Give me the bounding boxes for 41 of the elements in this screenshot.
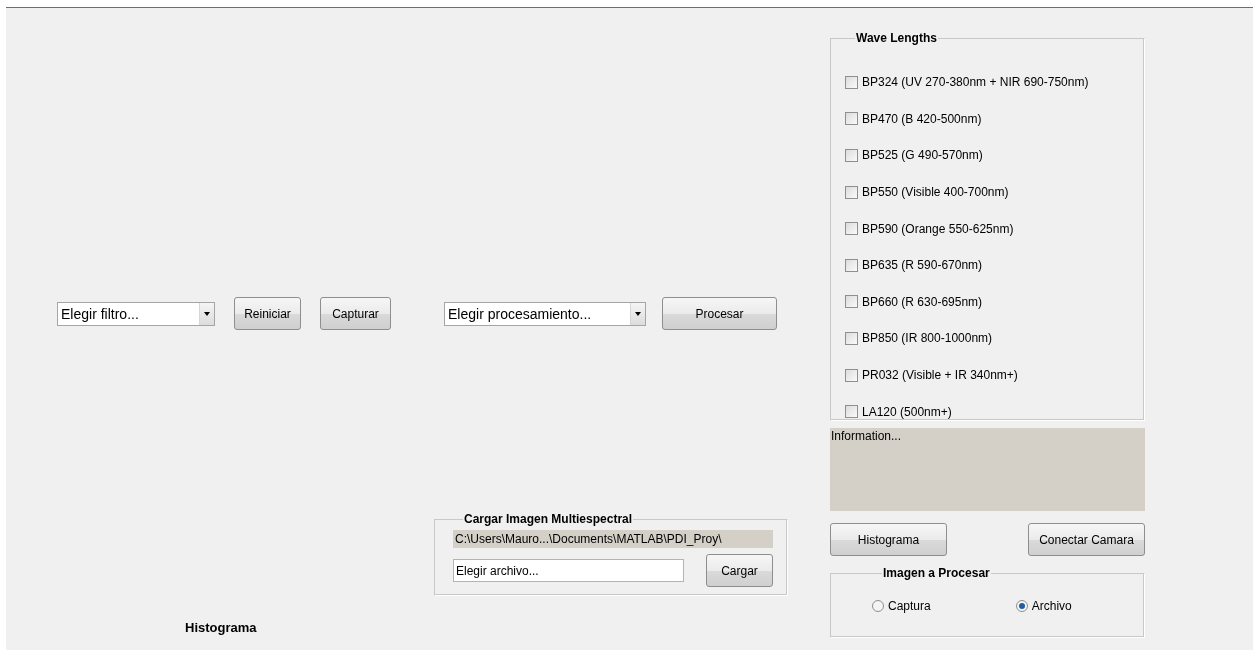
- dropdown-caret-icon: [635, 311, 641, 316]
- connect-camera-button[interactable]: Conectar Camara: [1028, 523, 1145, 556]
- radio-button[interactable]: [872, 600, 884, 612]
- checkbox-label: BP550 (Visible 400-700nm): [862, 185, 1009, 200]
- information-text: Information...: [830, 428, 1145, 511]
- histogram-button[interactable]: Histograma: [830, 523, 947, 556]
- checkbox-label: BP635 (R 590-670nm): [862, 258, 983, 273]
- checkbox[interactable]: [845, 368, 858, 382]
- checkbox-label: LA120 (500nm+): [862, 404, 952, 419]
- process-button[interactable]: Procesar: [662, 297, 777, 330]
- panel-title: Cargar Imagen Multiespectral: [463, 512, 634, 526]
- load-button[interactable]: Cargar: [706, 554, 773, 587]
- checkbox[interactable]: [845, 222, 858, 236]
- checkbox-label: BP470 (B 420-500nm): [862, 111, 982, 126]
- panel-title: Wave Lengths: [855, 31, 938, 45]
- checkbox[interactable]: [845, 258, 858, 272]
- reset-button[interactable]: Reiniciar: [234, 297, 301, 330]
- checkbox[interactable]: [845, 185, 858, 199]
- capture-button[interactable]: Capturar: [320, 297, 391, 330]
- checkbox[interactable]: [845, 295, 858, 309]
- filter-dropdown[interactable]: Elegir filtro...: [57, 301, 215, 326]
- checkbox-label: BP590 (Orange 550-625nm): [862, 221, 1014, 236]
- checkbox-label: BP324 (UV 270-380nm + NIR 690-750nm): [862, 75, 1089, 90]
- checkbox[interactable]: [845, 331, 858, 345]
- file-input-field[interactable]: Elegir archivo...: [453, 559, 684, 582]
- checkbox[interactable]: [845, 405, 858, 419]
- radio-label: Archivo: [1031, 599, 1072, 613]
- panel-title: Imagen a Procesar: [882, 566, 991, 580]
- radio-label: Captura: [888, 599, 931, 613]
- file-path-text: C:\Users\Mauro...\Documents\MATLAB\PDI_Proy\: [453, 530, 773, 548]
- checkbox-label: PR032 (Visible + IR 340nm+): [862, 368, 1018, 383]
- checkbox[interactable]: [845, 75, 858, 89]
- dropdown-caret-icon: [204, 311, 210, 316]
- histogram-title: Histograma: [185, 620, 258, 635]
- radio-button[interactable]: [1015, 600, 1028, 612]
- checkbox-label: BP850 (IR 800-1000nm): [862, 331, 993, 346]
- checkbox[interactable]: [845, 112, 858, 126]
- checkbox-label: BP660 (R 630-695nm): [862, 294, 983, 309]
- checkbox-label: BP525 (G 490-570nm): [862, 148, 983, 163]
- checkbox[interactable]: [845, 149, 858, 162]
- processing-dropdown[interactable]: Elegir procesamiento...: [444, 301, 646, 326]
